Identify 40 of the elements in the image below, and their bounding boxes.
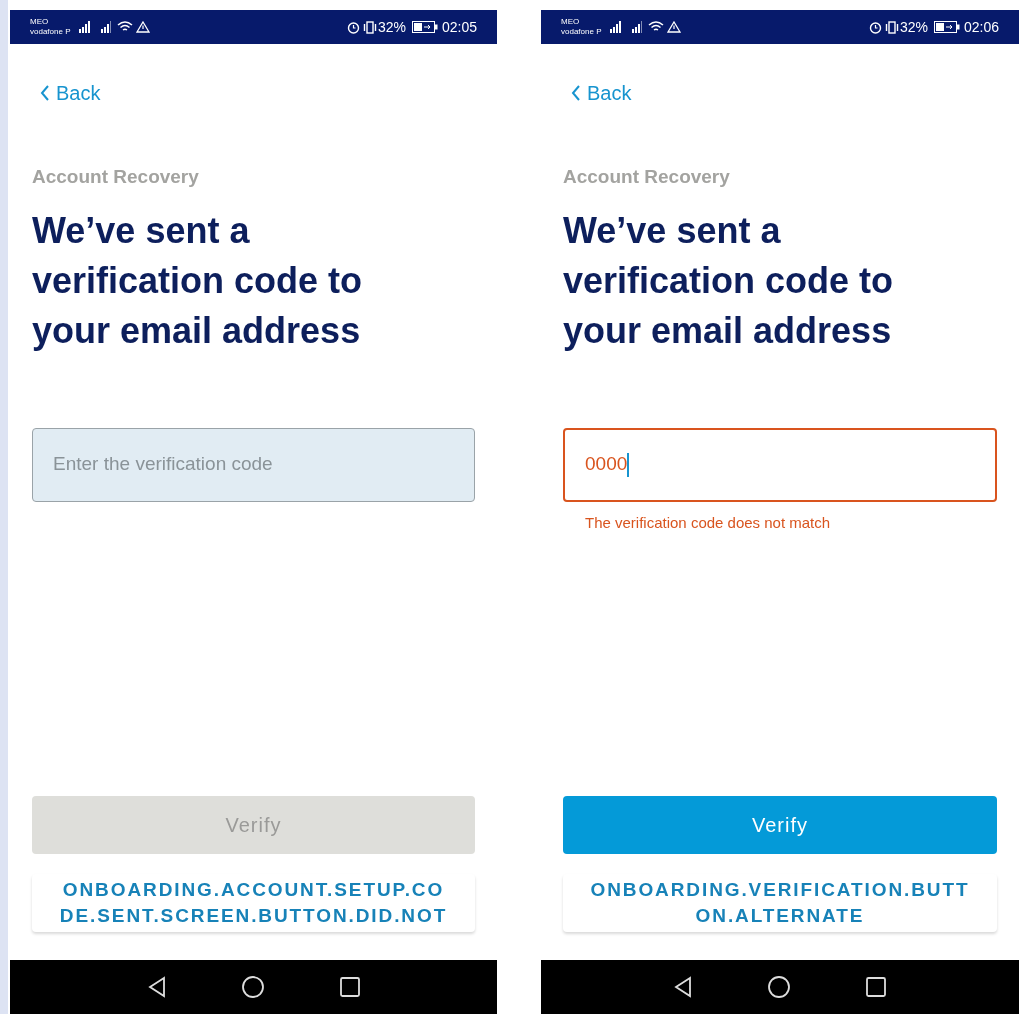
wifi-icon bbox=[648, 21, 665, 33]
signal-icon bbox=[78, 21, 93, 33]
recents-nav-icon[interactable] bbox=[338, 976, 361, 998]
clock-time: 02:06 bbox=[963, 17, 999, 37]
heading: We’ve sent a verification code to your email address bbox=[563, 208, 895, 353]
back-nav-icon[interactable] bbox=[146, 976, 167, 998]
alternate-button[interactable]: ONBOARDING.ACCOUNT.SETUP.CODE.SENT.SCREEN.BUTTON.DID.NOT bbox=[32, 874, 475, 932]
battery-icon bbox=[411, 21, 438, 33]
warning-icon bbox=[136, 21, 151, 33]
back-nav-icon[interactable] bbox=[673, 976, 693, 998]
back-button[interactable]: Back bbox=[32, 78, 101, 108]
carrier-label: MEO bbox=[561, 17, 581, 27]
back-button[interactable]: Back bbox=[563, 78, 632, 108]
alarm-icon bbox=[346, 20, 360, 34]
battery-icon bbox=[933, 21, 960, 33]
warning-icon bbox=[667, 21, 682, 33]
vibrate-icon bbox=[884, 20, 899, 34]
recents-nav-icon[interactable] bbox=[865, 976, 887, 998]
network-label: vodafone P bbox=[30, 27, 71, 37]
chevron-left-icon bbox=[40, 84, 50, 102]
alternate-button[interactable]: ONBOARDING.VERIFICATION.BUTTON.ALTERNATE bbox=[563, 874, 997, 932]
section-label: Account Recovery bbox=[32, 165, 200, 189]
battery-percent: 32% bbox=[899, 17, 928, 37]
wifi-icon bbox=[117, 21, 134, 33]
error-message: The verification code does not match bbox=[585, 512, 832, 533]
network-label: vodafone P bbox=[561, 27, 602, 37]
code-field[interactable]: Enter the verification code bbox=[32, 427, 475, 502]
verify-button[interactable]: Verify bbox=[563, 796, 997, 854]
home-nav-icon[interactable] bbox=[240, 975, 265, 999]
code-field[interactable]: 0000 bbox=[563, 427, 997, 502]
battery-percent: 32% bbox=[377, 17, 406, 37]
vibrate-icon bbox=[362, 20, 377, 34]
heading: We’ve sent a verification code to your email address bbox=[32, 208, 364, 353]
section-label: Account Recovery bbox=[563, 165, 731, 189]
home-nav-icon[interactable] bbox=[767, 975, 791, 999]
clock-time: 02:05 bbox=[441, 17, 477, 37]
alarm-icon bbox=[868, 20, 882, 34]
chevron-left-icon bbox=[571, 84, 581, 102]
carrier-label: MEO bbox=[30, 17, 50, 27]
signal-icon bbox=[609, 21, 624, 33]
